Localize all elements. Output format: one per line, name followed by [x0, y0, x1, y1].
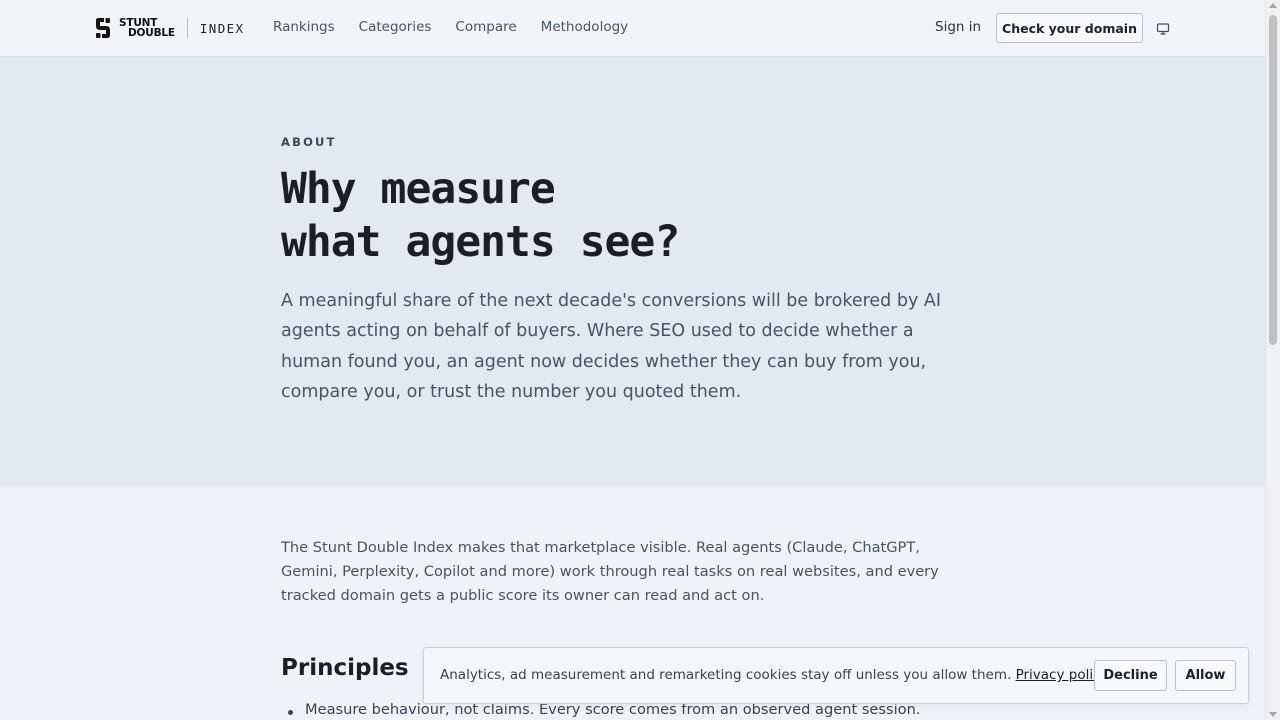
- nav-item-rankings[interactable]: Rankings: [273, 19, 335, 35]
- intro-paragraph: The Stunt Double Index makes that market…: [281, 539, 939, 604]
- allow-button[interactable]: Allow: [1175, 660, 1236, 691]
- decline-button[interactable]: Decline: [1094, 660, 1167, 691]
- title-line-1: Why measure: [281, 164, 556, 214]
- hero-section: ABOUT Why measure what agents see? A mea…: [0, 57, 1265, 487]
- cookie-banner: Analytics, ad measurement and remarketin…: [423, 647, 1249, 704]
- logo-wordmark: STUNT DOUBLE: [119, 17, 175, 39]
- eyebrow-label: ABOUT: [281, 135, 337, 149]
- hero-lead-paragraph: A meaningful share of the next decade's …: [281, 291, 942, 402]
- check-domain-button[interactable]: Check your domain: [996, 13, 1143, 43]
- nav-item-methodology[interactable]: Methodology: [541, 19, 628, 35]
- cookie-text: Analytics, ad measurement and remarketin…: [440, 667, 1012, 683]
- page-title: Why measure what agents see?: [281, 163, 680, 269]
- logo-divider: [186, 18, 188, 38]
- scrollbar[interactable]: [1265, 0, 1280, 720]
- nav-item-categories[interactable]: Categories: [359, 19, 432, 35]
- monitor-icon[interactable]: [1156, 21, 1170, 35]
- cookie-message: Analytics, ad measurement and remarketin…: [440, 667, 1109, 683]
- title-line-2: what agents see?: [281, 217, 680, 267]
- site-header: STUNT DOUBLE INDEX Rankings Categories C…: [0, 0, 1265, 57]
- sign-in-link[interactable]: Sign in: [935, 19, 981, 35]
- nav-item-compare[interactable]: Compare: [455, 19, 516, 35]
- stunt-double-logo-icon: [93, 17, 113, 39]
- scroll-down-arrow-icon[interactable]: [1269, 712, 1277, 717]
- scrollbar-thumb[interactable]: [1269, 15, 1277, 345]
- scroll-up-arrow-icon[interactable]: [1269, 3, 1277, 8]
- logo-index-label: INDEX: [199, 20, 245, 36]
- main-nav: Rankings Categories Compare Methodology: [273, 19, 652, 35]
- principles-heading: Principles: [281, 655, 409, 681]
- logo[interactable]: STUNT DOUBLE INDEX: [93, 17, 244, 39]
